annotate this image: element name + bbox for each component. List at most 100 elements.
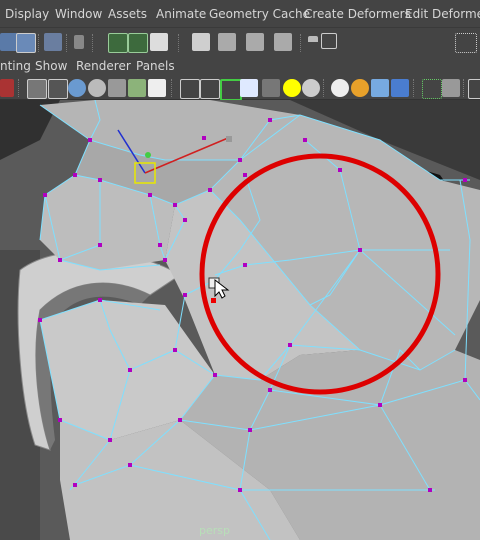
menu-window[interactable]: Window (55, 7, 102, 21)
main-menu-bar: Display Window Assets Animate Geometry C… (0, 0, 480, 27)
vertex (43, 193, 47, 197)
shaded-sphere-icon[interactable] (331, 79, 349, 97)
snap-grid-icon[interactable] (44, 33, 62, 51)
vertex (98, 298, 102, 302)
vertex (238, 158, 242, 162)
vertex (98, 178, 102, 182)
frame-icon[interactable] (422, 79, 442, 99)
vertex (248, 428, 252, 432)
camera-icon[interactable] (240, 79, 258, 97)
texture-sphere-icon[interactable] (371, 79, 389, 97)
vertex (183, 218, 187, 222)
menu-edit-deformers[interactable]: Edit Deformers (405, 7, 480, 21)
menu-lighting[interactable]: nting (0, 59, 31, 73)
ipr-render-icon[interactable] (128, 33, 148, 53)
clapper3-icon[interactable] (274, 33, 292, 51)
manipulator-z-handle[interactable] (145, 152, 151, 158)
panel-toolbar (0, 77, 480, 101)
attribute-editor-icon[interactable] (150, 33, 168, 51)
vertex (58, 258, 62, 262)
vertex (148, 193, 152, 197)
pencil-icon[interactable] (0, 79, 14, 97)
menu-panels[interactable]: Panels (136, 59, 175, 73)
vertex (73, 483, 77, 487)
selection-highlight-icon[interactable] (220, 79, 242, 101)
menu-animate[interactable]: Animate (156, 7, 206, 21)
lasso-icon[interactable] (16, 33, 36, 53)
vertex (338, 168, 342, 172)
vertex (213, 373, 217, 377)
vertex (178, 418, 182, 422)
scene-svg (0, 100, 480, 540)
render-view-icon[interactable] (108, 33, 128, 53)
chevron-down-icon[interactable] (308, 36, 318, 46)
cube2-icon[interactable] (468, 79, 480, 99)
vertex (38, 318, 42, 322)
vertex (268, 118, 272, 122)
menu-renderer[interactable]: Renderer (76, 59, 131, 73)
arrow-icon[interactable] (74, 35, 84, 49)
grid-toggle-icon[interactable] (48, 79, 68, 99)
vertex (268, 388, 272, 392)
vertex (463, 378, 467, 382)
vertex (173, 203, 177, 207)
vertex (202, 136, 206, 140)
isolate-icon[interactable] (200, 79, 220, 99)
camera-label: persp (199, 524, 230, 537)
menu-create-deformers[interactable]: Create Deformers (304, 7, 411, 21)
light-icon[interactable] (283, 79, 301, 97)
vertex (208, 188, 212, 192)
sphere-icon[interactable] (302, 79, 320, 97)
vertex (173, 348, 177, 352)
menu-assets[interactable]: Assets (108, 7, 147, 21)
vertex (128, 463, 132, 467)
vertex (288, 343, 292, 347)
menu-display[interactable]: Display (5, 7, 49, 21)
select-icon[interactable] (442, 79, 460, 97)
shelf-separator (300, 34, 305, 52)
snap-icon[interactable] (455, 33, 477, 53)
vertex (183, 293, 187, 297)
wireframe-icon[interactable] (27, 79, 47, 99)
xray-icon[interactable] (108, 79, 126, 97)
vertex (238, 488, 242, 492)
perspective-viewport[interactable]: persp (0, 100, 480, 540)
vertex (98, 243, 102, 247)
vertex (358, 248, 362, 252)
clapper2-icon[interactable] (246, 33, 264, 51)
menu-geometry-cache[interactable]: Geometry Cache (209, 7, 310, 21)
cube-icon[interactable] (180, 79, 200, 99)
clapper-icon[interactable] (218, 33, 236, 51)
vertex (88, 138, 92, 142)
bulb-icon[interactable] (262, 79, 280, 97)
teapot-icon[interactable] (351, 79, 369, 97)
vertex (243, 173, 247, 177)
vertex (128, 368, 132, 372)
shelf-separator (178, 34, 183, 52)
toolbar-separator (413, 79, 418, 97)
vertex (428, 488, 432, 492)
shelf-separator (66, 34, 71, 52)
menu-show[interactable]: Show (35, 59, 67, 73)
history-icon[interactable] (192, 33, 210, 51)
vertex (108, 438, 112, 442)
smooth-shade-icon[interactable] (68, 79, 86, 97)
vertex (158, 243, 162, 247)
texture-icon[interactable] (128, 79, 146, 97)
status-line: X: Y: Z (0, 27, 480, 79)
panel-menu-bar: nting Show Renderer Panels (0, 57, 480, 77)
blue-shape-icon[interactable] (391, 79, 409, 97)
vertex (58, 418, 62, 422)
vertex (163, 258, 167, 262)
text-icon[interactable] (148, 79, 166, 97)
vertex (73, 173, 77, 177)
vertex (243, 263, 247, 267)
toolbar-separator (171, 79, 176, 97)
selected-vertex (211, 298, 216, 303)
vertex (463, 178, 467, 182)
vertex (303, 138, 307, 142)
toolbar-separator (323, 79, 328, 97)
manipulator-handle[interactable] (226, 136, 232, 142)
flat-shade-icon[interactable] (88, 79, 106, 97)
transform-icon[interactable] (321, 33, 337, 49)
